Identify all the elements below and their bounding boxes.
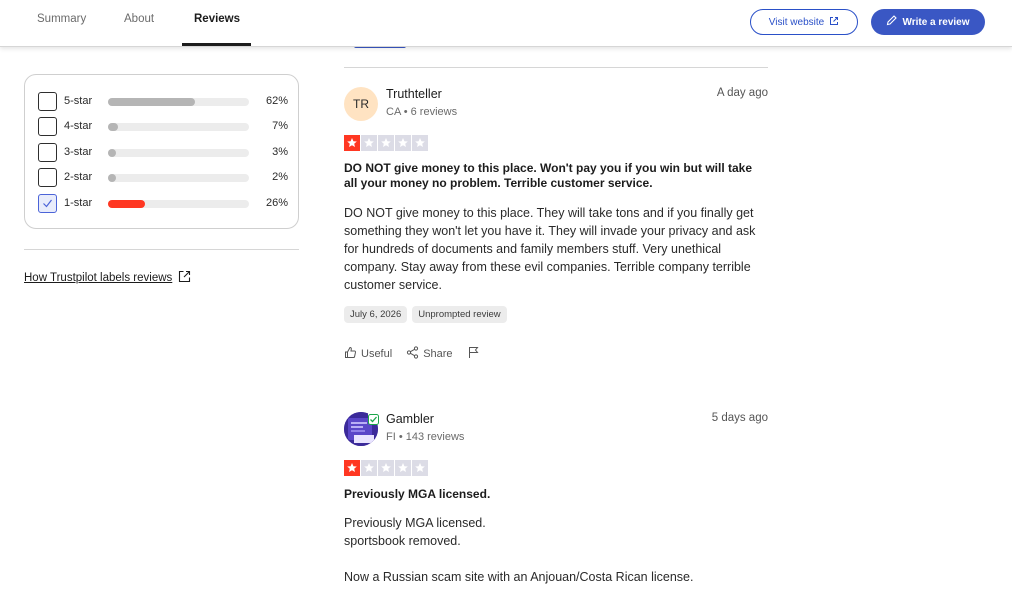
review-list-divider	[344, 67, 768, 68]
star-icon	[378, 135, 394, 151]
star-icon	[344, 135, 360, 151]
filter-label: 1-star	[64, 197, 93, 209]
pencil-icon	[886, 15, 898, 29]
flag-button[interactable]	[467, 346, 480, 362]
review-body-line: sportsbook removed.	[344, 534, 461, 548]
star-icon	[412, 135, 428, 151]
reviewer-name[interactable]: Gambler	[386, 412, 434, 426]
flag-icon	[467, 346, 480, 362]
filter-percent: 26%	[265, 197, 288, 209]
filter-percent: 2%	[272, 171, 288, 183]
filter-percent: 7%	[272, 120, 288, 132]
rating-bar-fill	[108, 123, 118, 131]
star-rating	[344, 135, 428, 151]
useful-label: Useful	[361, 348, 393, 360]
review-date: 5 days ago	[711, 412, 768, 424]
rating-bar-fill	[108, 174, 117, 182]
filter-label: 2-star	[64, 171, 93, 183]
rating-bar-track	[108, 200, 249, 208]
filter-label: 5-star	[64, 95, 93, 107]
checkbox-1-star[interactable]	[38, 194, 57, 213]
thumbs-up-icon	[344, 346, 357, 362]
checkbox-5-star[interactable]	[38, 92, 57, 111]
reviewer-meta: FI • 143 reviews	[386, 431, 465, 443]
filter-row-3-star[interactable]: 3-star 3%	[38, 143, 288, 163]
visit-website-label: Visit website	[768, 16, 825, 28]
rating-bar-fill	[108, 149, 117, 157]
rating-bar-fill	[108, 200, 145, 208]
tab-about[interactable]: About	[124, 13, 154, 25]
trustpilot-labels-link[interactable]: How Trustpilot labels reviews	[24, 270, 191, 286]
rating-bar-fill	[108, 98, 196, 106]
filter-label: 3-star	[64, 146, 93, 158]
star-icon	[395, 135, 411, 151]
review-date: A day ago	[716, 87, 768, 99]
review-actions: Useful Share	[344, 346, 494, 362]
checkbox-2-star[interactable]	[38, 168, 57, 187]
review-tags: July 6, 2026 Unprompted review	[344, 306, 507, 323]
review-title[interactable]: DO NOT give money to this place. Won't p…	[344, 161, 768, 191]
labels-link-text: How Trustpilot labels reviews	[24, 272, 173, 284]
avatar[interactable]: TR	[344, 87, 378, 121]
share-label: Share	[423, 348, 453, 360]
rating-bar-track	[108, 98, 249, 106]
reviewer-meta: CA • 6 reviews	[386, 106, 458, 118]
write-review-label: Write a review	[902, 16, 970, 28]
checkbox-4-star[interactable]	[38, 117, 57, 136]
filter-label: 4-star	[64, 120, 93, 132]
review-title[interactable]: Previously MGA licensed.	[344, 487, 490, 502]
useful-button[interactable]: Useful	[344, 346, 392, 362]
external-link-icon	[829, 16, 839, 29]
tab-reviews[interactable]: Reviews	[194, 13, 240, 25]
rating-bar-track	[108, 149, 249, 157]
top-nav: Summary About Reviews Visit website Writ…	[0, 0, 1012, 47]
unprompted-review-badge[interactable]: Unprompted review	[412, 306, 507, 323]
share-icon	[406, 346, 419, 362]
filter-row-5-star[interactable]: 5-star 62%	[38, 92, 288, 112]
star-icon	[344, 460, 360, 476]
rating-bar-track	[108, 174, 249, 182]
reviewer-name[interactable]: Truthteller	[386, 87, 442, 101]
star-icon	[378, 460, 394, 476]
share-button[interactable]: Share	[406, 346, 453, 362]
filter-percent: 62%	[265, 95, 288, 107]
review-body-line: Now a Russian scam site with an Anjouan/…	[344, 570, 694, 584]
checkbox-3-star[interactable]	[38, 143, 57, 162]
review-body: DO NOT give money to this place. They wi…	[344, 206, 756, 292]
visit-website-button[interactable]: Visit website	[750, 9, 858, 35]
star-icon	[412, 460, 428, 476]
filter-row-2-star[interactable]: 2-star 2%	[38, 168, 288, 188]
checkmark-icon	[43, 199, 52, 208]
review-card: Gambler FI • 143 reviews 5 days ago Prev…	[344, 412, 768, 597]
star-rating	[344, 460, 428, 476]
write-review-button[interactable]: Write a review	[871, 9, 985, 35]
experience-date-badge: July 6, 2026	[344, 306, 408, 323]
star-rating-filter: 5-star 62% 4-star 7% 3-star 3% 2-star 2%…	[24, 74, 299, 229]
verified-badge-icon	[368, 412, 379, 425]
sidebar-divider	[24, 249, 299, 250]
rating-bar-track	[108, 123, 249, 131]
star-icon	[395, 460, 411, 476]
filter-row-1-star[interactable]: 1-star 26%	[38, 194, 288, 214]
external-link-icon	[178, 270, 191, 286]
star-icon	[361, 135, 377, 151]
review-body-line: Previously MGA licensed.	[344, 516, 486, 530]
filter-percent: 3%	[272, 146, 288, 158]
filter-row-4-star[interactable]: 4-star 7%	[38, 117, 288, 137]
star-icon	[361, 460, 377, 476]
tab-active-indicator	[182, 43, 251, 46]
review-card: TR Truthteller CA • 6 reviews A day ago …	[344, 87, 768, 367]
tab-summary[interactable]: Summary	[37, 13, 86, 25]
